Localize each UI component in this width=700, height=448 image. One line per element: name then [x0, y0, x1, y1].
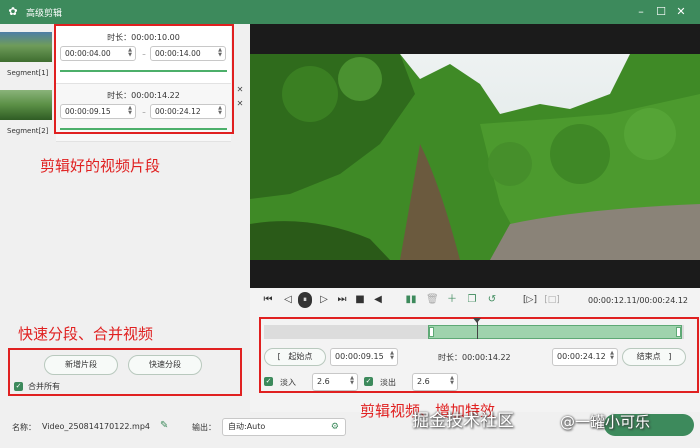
volume-icon[interactable]: ◀: [372, 292, 384, 308]
add-segment-button[interactable]: 新增片段: [44, 355, 118, 375]
segment-thumbnail[interactable]: [0, 90, 52, 120]
bracket-close: ]: [668, 352, 672, 361]
trash-icon[interactable]: 🗑: [426, 292, 439, 308]
output-select[interactable]: 自动:Auto ⚙: [222, 418, 346, 436]
copy-icon[interactable]: ❐: [466, 292, 478, 308]
set-end-button[interactable]: 结束点 ]: [622, 348, 686, 366]
playhead[interactable]: [477, 321, 478, 339]
spinner-icon[interactable]: ▲ ▼: [449, 376, 455, 387]
skip-end-icon[interactable]: ⏭: [336, 292, 348, 308]
fade-in-input[interactable]: 2.6 ▲ ▼: [312, 373, 358, 391]
merge-all-checkbox[interactable]: ✓: [14, 382, 23, 391]
spinner-icon[interactable]: ▲ ▼: [389, 351, 395, 362]
video-preview[interactable]: [250, 24, 700, 288]
fade-out-checkbox[interactable]: ✓: [364, 377, 373, 386]
delete-segment-icon[interactable]: ✕: [236, 100, 244, 108]
timeline-selection[interactable]: [428, 325, 682, 339]
quick-split-button[interactable]: 快速分段: [128, 355, 202, 375]
output-label: 输出：: [192, 423, 216, 432]
fade-in-checkbox[interactable]: ✓: [264, 377, 273, 386]
merge-all-label: 合并所有: [28, 382, 60, 391]
playback-timecode: 00:00:12.11/00:00:24.12: [588, 296, 688, 305]
output-value: 自动:Auto: [228, 422, 266, 431]
close-icon[interactable]: ✕: [674, 5, 688, 19]
split-icon[interactable]: ▮▮: [404, 292, 418, 308]
window-title: 高级剪辑: [26, 8, 63, 19]
fade-out-value: 2.6: [417, 377, 430, 386]
start-label: 起始点: [288, 352, 313, 361]
end-time-value: 00:00:24.12: [557, 352, 606, 361]
minimize-icon[interactable]: –: [634, 5, 648, 19]
watermark-handle: @一罐小可乐: [560, 413, 651, 431]
fade-in-label: 淡入: [280, 378, 296, 387]
fade-in-value: 2.6: [317, 377, 330, 386]
annotation-text: 剪辑好的视频片段: [40, 157, 161, 175]
video-frame-image: [250, 24, 700, 288]
segment-thumbnail[interactable]: [0, 32, 52, 62]
spinner-icon[interactable]: ▲ ▼: [609, 351, 615, 362]
preview-panel: ⏮ ◁ ⏸ ▷ ⏭ ■ ◀ ▮▮ 🗑 ＋ ❐ ↺ [▷] [□] 00:00:1…: [250, 24, 700, 412]
annotation-text: 快速分段、合并视频: [18, 325, 154, 343]
duration-display: 时长：00:00:14.22: [438, 353, 511, 362]
fade-out-input[interactable]: 2.6 ▲ ▼: [412, 373, 458, 391]
set-start-button[interactable]: [ 起始点: [264, 348, 326, 366]
segment-thumb-label: Segment[1]: [7, 69, 49, 77]
file-name: Video_250814170122.mp4: [42, 422, 150, 431]
stop-icon[interactable]: ■: [354, 292, 366, 308]
name-label: 名称：: [12, 423, 36, 432]
step-back-icon[interactable]: ◁: [282, 292, 294, 308]
end-label: 结束点: [636, 352, 661, 361]
skip-start-icon[interactable]: ⏮: [262, 292, 274, 308]
mark-in-icon[interactable]: [▷]: [522, 292, 538, 308]
edit-name-icon[interactable]: ✎: [160, 420, 168, 431]
annotation-box: [54, 24, 234, 134]
settings-gear-icon[interactable]: ⚙: [331, 419, 339, 435]
undo-icon[interactable]: ↺: [486, 292, 498, 308]
timeline-start-handle[interactable]: [429, 327, 434, 337]
end-time-field[interactable]: 00:00:24.12 ▲ ▼: [552, 348, 618, 366]
start-time-value: 00:00:09.15: [335, 352, 384, 361]
watermark-text: 掘金技术社区: [412, 411, 514, 431]
fade-out-label: 淡出: [380, 378, 396, 387]
step-forward-icon[interactable]: ▷: [318, 292, 330, 308]
maximize-icon[interactable]: ☐: [654, 5, 668, 19]
delete-segment-icon[interactable]: ✕: [236, 86, 244, 94]
title-bar: ✿ 高级剪辑 – ☐ ✕: [0, 0, 700, 24]
start-time-field[interactable]: 00:00:09.15 ▲ ▼: [330, 348, 398, 366]
app-logo-icon: ✿: [8, 5, 18, 18]
pause-icon[interactable]: ⏸: [298, 292, 312, 308]
spinner-icon[interactable]: ▲ ▼: [349, 376, 355, 387]
timeline-end-handle[interactable]: [676, 327, 681, 337]
playhead-marker-icon[interactable]: [473, 318, 481, 323]
add-icon[interactable]: ＋: [446, 292, 458, 308]
segments-panel: Segment[1] Segment[2] 时长：00:00:10.00 00:…: [0, 24, 250, 412]
segment-thumb-label: Segment[2]: [7, 127, 49, 135]
mark-out-icon[interactable]: [□]: [544, 292, 560, 308]
bracket-open: [: [277, 352, 281, 361]
timeline-track[interactable]: [264, 318, 684, 339]
